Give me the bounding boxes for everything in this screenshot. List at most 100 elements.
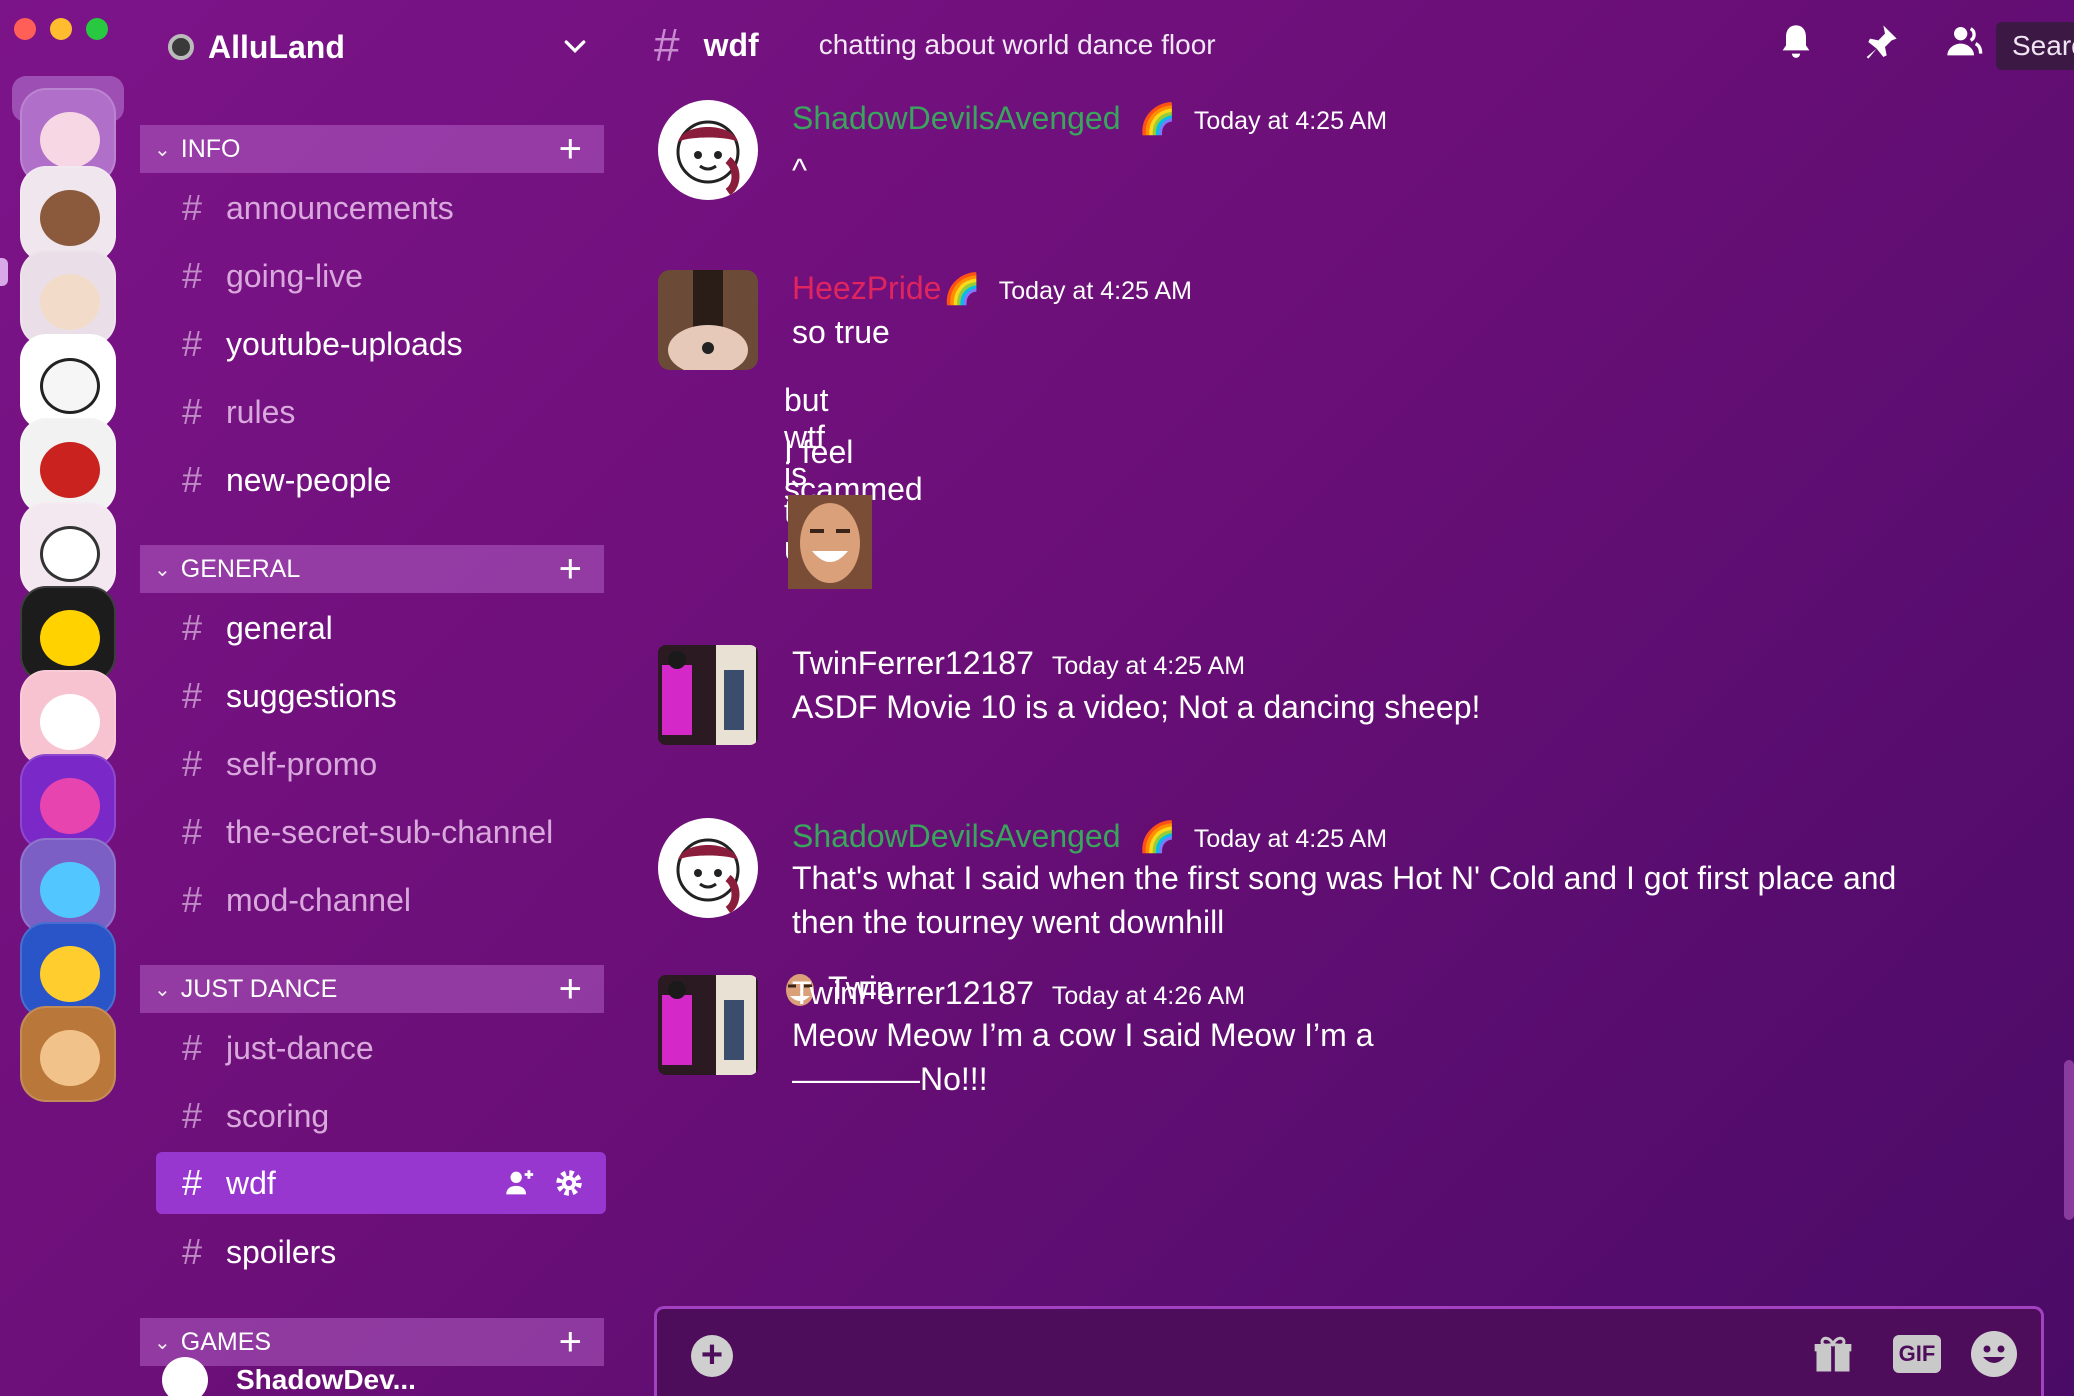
avatar[interactable] (658, 818, 758, 918)
guild-icon (168, 34, 194, 60)
gear-icon[interactable] (552, 1166, 586, 1200)
channel-rules[interactable]: # rules (176, 385, 295, 439)
search-input[interactable]: Search (1996, 22, 2074, 70)
timestamp: Today at 4:26 AM (1051, 982, 1246, 1010)
channel-general[interactable]: # general (176, 601, 333, 655)
app-window: NEW AlluLand ⌄ INFO + #announcements #go… (0, 0, 2074, 1396)
channel-mod-channel[interactable]: # mod-channel (176, 873, 411, 927)
channel-going-live[interactable]: # going-live (176, 249, 363, 303)
channel-just-dance[interactable]: # just-dance (176, 1021, 374, 1075)
server-rail: NEW (0, 58, 138, 1396)
hash-icon: # (181, 675, 203, 716)
server-icon[interactable] (20, 334, 116, 430)
server-icon[interactable] (20, 586, 116, 682)
channel-the-secret-sub-channel[interactable]: # the-secret-sub-channel (176, 805, 553, 859)
server-icon[interactable] (20, 922, 116, 1018)
avatar[interactable] (162, 1357, 208, 1396)
hash-icon: # (181, 1027, 203, 1068)
bell-icon[interactable] (1776, 22, 1816, 62)
channel-new-people[interactable]: # new-people (176, 453, 391, 507)
add-channel-button[interactable]: + (559, 129, 582, 169)
server-icon[interactable] (20, 838, 116, 934)
message-list: ShadowDevilsAvenged 🌈 Today at 4:25 AM ^… (618, 90, 2074, 1310)
window-controls (14, 18, 108, 40)
timestamp: Today at 4:25 AM (1193, 107, 1388, 135)
gif-button[interactable]: GIF (1893, 1335, 1941, 1373)
avatar[interactable] (658, 270, 758, 370)
server-icon[interactable] (20, 754, 116, 850)
author-name[interactable]: TwinFerrer12187 (792, 645, 1034, 682)
message-header: HeezPride 🌈 Today at 4:25 AM (792, 270, 1192, 307)
channel-announcements[interactable]: # announcements (176, 181, 454, 235)
rainbow-emoji: 🌈 (1138, 103, 1176, 136)
message-text: ASDF Movie 10 is a video; Not a dancing … (792, 689, 1481, 725)
message-text: ^ (792, 152, 808, 188)
channel-self-promo[interactable]: # self-promo (176, 737, 377, 791)
server-icon[interactable] (20, 1006, 116, 1102)
hash-icon: # (181, 255, 203, 296)
chevron-down-icon: ⌄ (154, 1331, 171, 1354)
hash-icon: # (181, 1095, 203, 1136)
author-name[interactable]: HeezPride (792, 270, 941, 307)
close-window-button[interactable] (14, 18, 36, 40)
message-header: TwinFerrer12187 Today at 4:25 AM (792, 645, 1245, 682)
message-text: That's what I said when the first song w… (792, 860, 1897, 940)
server-icon[interactable] (20, 670, 116, 766)
author-name[interactable]: TwinFerrer12187 (792, 975, 1034, 1012)
message-header: TwinFerrer12187 Today at 4:26 AM (792, 975, 1245, 1012)
gift-icon[interactable] (1811, 1333, 1855, 1377)
add-channel-button[interactable]: + (559, 1322, 582, 1362)
channel-header: # wdf chatting about world dance floor S… (618, 0, 2074, 90)
members-icon[interactable] (1944, 22, 1984, 62)
add-attachment-button[interactable]: + (691, 1335, 733, 1377)
chevron-down-icon: ⌄ (154, 138, 171, 161)
rainbow-emoji: 🌈 (943, 273, 981, 306)
category-games[interactable]: ⌄ GAMES + (140, 1318, 604, 1366)
avatar[interactable] (658, 645, 758, 745)
category-info[interactable]: ⌄ INFO + (140, 125, 604, 173)
server-icon[interactable] (20, 418, 116, 514)
channel-youtube-uploads[interactable]: # youtube-uploads (176, 317, 463, 371)
hash-icon: # (654, 19, 680, 71)
guild-name: AlluLand (208, 28, 345, 65)
add-channel-button[interactable]: + (559, 549, 582, 589)
timestamp: Today at 4:25 AM (998, 277, 1192, 305)
guild-header[interactable]: AlluLand (168, 22, 598, 72)
server-icon[interactable] (20, 250, 116, 346)
hash-icon: # (181, 187, 203, 228)
server-icon[interactable] (20, 502, 116, 598)
channel-sidebar: AlluLand ⌄ INFO + # announcements # going-… (138, 0, 618, 1396)
message-text: Meow Meow I’m a cow I said Meow I’m a ——… (792, 1017, 1374, 1097)
author-name[interactable]: ShadowDevilsAvenged (792, 818, 1121, 855)
add-channel-button[interactable]: + (559, 969, 582, 1009)
maximize-window-button[interactable] (86, 18, 108, 40)
avatar[interactable] (658, 100, 758, 200)
minimize-window-button[interactable] (50, 18, 72, 40)
emoji-picker-icon[interactable] (1971, 1331, 2017, 1377)
message-header: ShadowDevilsAvenged 🌈 Today at 4:25 AM (792, 818, 1387, 855)
hash-icon: # (181, 391, 203, 432)
category-just-dance[interactable]: ⌄ JUST DANCE + (140, 965, 604, 1013)
channel-wdf[interactable]: # wdf (156, 1152, 606, 1214)
locked-hash-icon: # (181, 811, 203, 852)
channel-topic[interactable]: chatting about world dance floor (819, 29, 1216, 61)
timestamp: Today at 4:25 AM (1051, 652, 1246, 680)
channel-scoring[interactable]: # scoring (176, 1089, 329, 1143)
channel-spoilers[interactable]: # spoilers (176, 1225, 336, 1279)
hash-icon: # (181, 743, 203, 784)
category-general[interactable]: ⌄ GENERAL + (140, 545, 604, 593)
invite-icon[interactable] (502, 1166, 536, 1200)
server-icon[interactable] (20, 166, 116, 262)
pin-icon[interactable] (1860, 22, 1900, 62)
scrollbar[interactable] (2064, 1060, 2074, 1220)
hash-icon: # (181, 607, 203, 648)
user-panel: ShadowDev... (138, 1357, 618, 1396)
chevron-down-icon[interactable] (560, 32, 590, 62)
message-text: so true (792, 314, 890, 350)
author-name[interactable]: ShadowDevilsAvenged (792, 100, 1121, 137)
message-header: ShadowDevilsAvenged 🌈 Today at 4:25 AM (792, 100, 1387, 137)
attached-image[interactable] (788, 495, 872, 589)
message-composer[interactable]: + GIF (654, 1306, 2044, 1396)
channel-suggestions[interactable]: # suggestions (176, 669, 397, 723)
avatar[interactable] (658, 975, 758, 1075)
